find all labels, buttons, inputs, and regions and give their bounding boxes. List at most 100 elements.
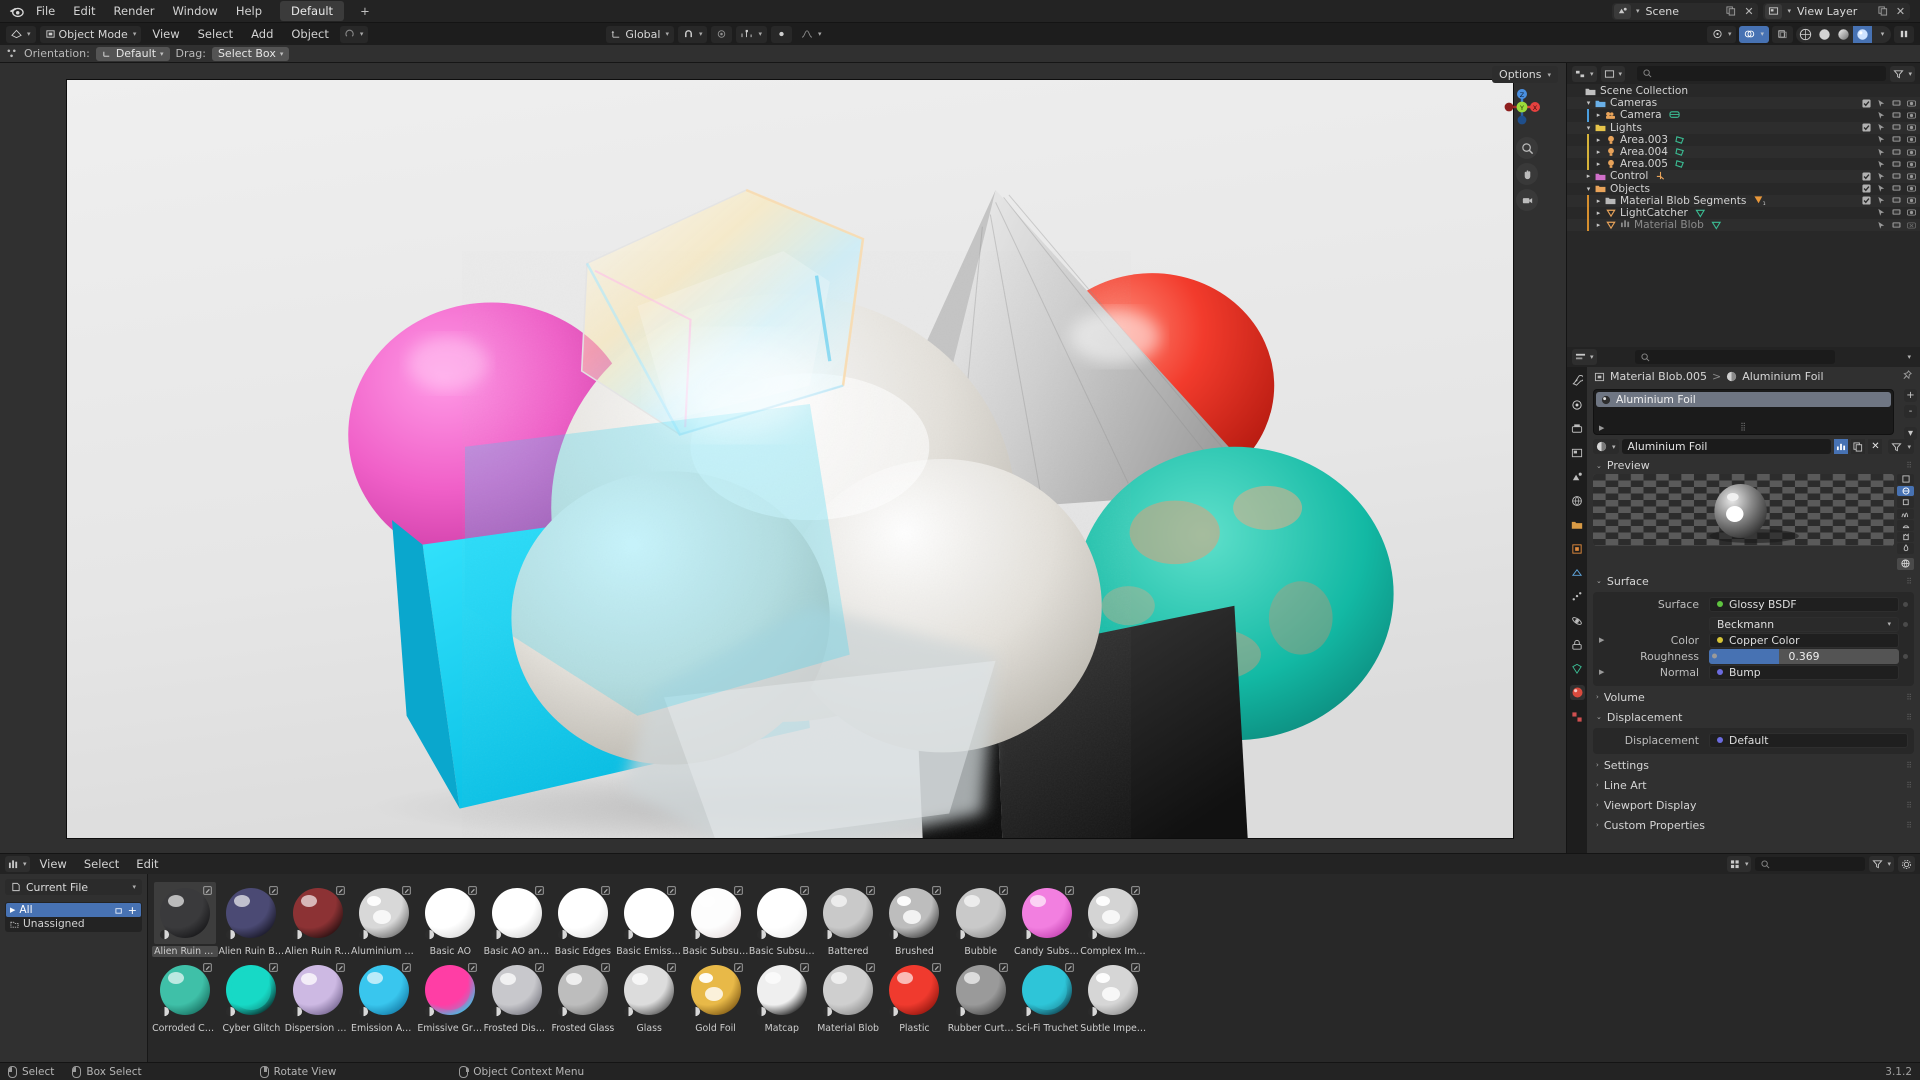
fake-user-icon[interactable] bbox=[1834, 439, 1849, 454]
menu-file[interactable]: File bbox=[28, 2, 63, 20]
properties-tab-particles[interactable] bbox=[1570, 589, 1585, 604]
restrict-camera-toggle[interactable] bbox=[1907, 123, 1916, 132]
properties-tab-output[interactable] bbox=[1570, 421, 1585, 436]
edit-asset-icon[interactable] bbox=[667, 962, 676, 975]
xray-toggle[interactable] bbox=[1772, 25, 1793, 43]
close-icon[interactable]: ✕ bbox=[1741, 4, 1756, 19]
section-header-volume[interactable]: › Volume ⠿ bbox=[1587, 689, 1920, 706]
shading-rendered-button[interactable] bbox=[1853, 25, 1872, 43]
shading-dropdown-button[interactable]: ▾ bbox=[1872, 26, 1891, 43]
restrict-checkbox-toggle[interactable] bbox=[1862, 184, 1871, 193]
outliner-row-area-003[interactable]: ▸ Area.003 bbox=[1567, 133, 1920, 146]
asset-item[interactable]: Dispersion Glass bbox=[285, 957, 351, 1034]
asset-item[interactable]: Basic Emission bbox=[616, 880, 682, 957]
outliner-row-material-blob[interactable]: ▸ Material Blob bbox=[1567, 219, 1920, 232]
edit-asset-icon[interactable] bbox=[269, 885, 279, 898]
asset-thumbnail-box[interactable] bbox=[353, 959, 415, 1021]
menu-help[interactable]: Help bbox=[228, 2, 270, 20]
asset-thumbnail-box[interactable] bbox=[883, 882, 945, 944]
restrict-cursor-toggle[interactable] bbox=[1877, 184, 1886, 193]
asset-item[interactable]: Matcap bbox=[749, 957, 815, 1034]
edit-asset-icon[interactable] bbox=[932, 962, 942, 975]
restrict-camera-toggle[interactable] bbox=[1907, 208, 1916, 217]
viewport-menu-view[interactable]: View bbox=[145, 27, 186, 41]
viewport-menu-object[interactable]: Object bbox=[284, 27, 335, 41]
asset-item[interactable]: Alien Ruin Bluish bbox=[218, 880, 284, 957]
asset-item[interactable]: Gold Foil bbox=[682, 957, 748, 1034]
node-filter-button[interactable]: ▾ bbox=[1888, 439, 1914, 454]
asset-thumbnail-box[interactable] bbox=[220, 959, 282, 1021]
animate-dot[interactable] bbox=[1903, 621, 1908, 627]
edit-asset-icon[interactable] bbox=[534, 962, 544, 975]
outliner-row-objects[interactable]: ▾ Objects bbox=[1567, 183, 1920, 195]
asset-thumbnail-box[interactable] bbox=[1082, 882, 1144, 944]
preview-shape-cloth-button[interactable] bbox=[1897, 531, 1914, 542]
restrict-checkbox-toggle[interactable] bbox=[1862, 172, 1871, 181]
outliner-row-lights[interactable]: ▾ Lights bbox=[1567, 121, 1920, 134]
copy-icon[interactable] bbox=[1875, 4, 1890, 19]
outliner-tree[interactable]: Scene Collection ▾ Cameras ▸ Camera ▾ Lights ▸ A… bbox=[1567, 84, 1920, 347]
disclosure-toggle[interactable]: ▸ bbox=[1593, 148, 1604, 156]
asset-item[interactable]: Rubber Curtain bbox=[948, 957, 1014, 1034]
asset-thumbnail-box[interactable] bbox=[419, 882, 481, 944]
edit-asset-icon[interactable] bbox=[866, 885, 875, 898]
shading-wireframe-button[interactable] bbox=[1796, 26, 1815, 43]
disclosure-toggle[interactable]: ▾ bbox=[1583, 185, 1594, 193]
properties-options-chevron-icon[interactable]: ▾ bbox=[1907, 353, 1915, 361]
restrict-cursor-toggle[interactable] bbox=[1877, 148, 1886, 157]
falloff-curve-dropdown[interactable]: ▾ bbox=[796, 26, 827, 43]
add-material-slot-button[interactable]: + bbox=[1904, 389, 1917, 402]
asset-thumbnail-box[interactable] bbox=[486, 882, 548, 944]
asset-item[interactable]: Basic Subsurface a.. bbox=[682, 880, 749, 957]
section-header-settings[interactable]: › Settings ⠿ bbox=[1587, 757, 1920, 774]
restrict-checkbox-toggle[interactable] bbox=[1862, 123, 1871, 132]
menu-edit[interactable]: Edit bbox=[65, 2, 103, 20]
tool-orientation-dropdown[interactable]: Default ▾ bbox=[95, 46, 170, 61]
asset-browser-editor-type-button[interactable]: ▾ bbox=[5, 856, 30, 872]
edit-asset-icon[interactable] bbox=[998, 885, 1008, 898]
properties-tab-render[interactable] bbox=[1570, 397, 1585, 412]
material-name-field[interactable]: Aluminium Foil bbox=[1621, 439, 1832, 454]
outliner-row-material-blob-segments[interactable]: ▸ Material Blob Segments 10 bbox=[1567, 194, 1920, 207]
properties-tab-material[interactable] bbox=[1569, 685, 1585, 700]
editor-type-3dview-icon[interactable]: ▾ bbox=[6, 25, 36, 43]
properties-tab-texture[interactable] bbox=[1570, 709, 1585, 724]
asset-item[interactable]: Material Blob bbox=[815, 957, 881, 1034]
properties-tab-data[interactable] bbox=[1570, 661, 1585, 676]
asset-thumbnail-box[interactable] bbox=[751, 959, 813, 1021]
preview-shape-cube-button[interactable] bbox=[1897, 497, 1914, 508]
camera-view-icon[interactable] bbox=[1516, 189, 1538, 211]
restrict-camera-toggle[interactable] bbox=[1907, 135, 1916, 144]
add-workspace-button[interactable]: + bbox=[354, 1, 376, 21]
asset-item[interactable]: Emissive Gradient bbox=[417, 957, 483, 1034]
edit-asset-icon[interactable] bbox=[1131, 885, 1141, 898]
outliner-row-camera[interactable]: ▸ Camera bbox=[1567, 109, 1920, 122]
edit-asset-icon[interactable] bbox=[402, 885, 411, 898]
section-header-line-art[interactable]: › Line Art ⠿ bbox=[1587, 777, 1920, 794]
restrict-cursor-toggle[interactable] bbox=[1877, 208, 1886, 217]
restrict-camera-toggle[interactable] bbox=[1907, 160, 1916, 169]
edit-asset-icon[interactable] bbox=[866, 962, 875, 975]
shading-solid-button[interactable] bbox=[1815, 26, 1834, 43]
edit-asset-icon[interactable] bbox=[534, 885, 544, 898]
asset-thumbnail-box[interactable] bbox=[287, 959, 349, 1021]
restrict-checkbox-toggle[interactable] bbox=[1862, 196, 1871, 205]
restrict-camera-off-toggle[interactable] bbox=[1907, 221, 1916, 230]
shading-material-preview-button[interactable] bbox=[1834, 26, 1853, 43]
remove-material-slot-button[interactable]: - bbox=[1904, 405, 1917, 418]
pause-render-button[interactable] bbox=[1894, 25, 1914, 43]
unlink-material-icon[interactable]: ✕ bbox=[1868, 439, 1883, 454]
properties-tab-modifiers[interactable] bbox=[1570, 565, 1585, 580]
add-catalog-icon[interactable]: + bbox=[128, 904, 137, 917]
copy-icon[interactable] bbox=[1723, 4, 1738, 19]
edit-asset-icon[interactable] bbox=[1131, 962, 1141, 975]
restrict-cursor-toggle[interactable] bbox=[1877, 111, 1886, 120]
3d-viewport[interactable]: Options ▾ Z X Y bbox=[0, 63, 1566, 853]
asset-item[interactable]: Basic Edges bbox=[550, 880, 616, 957]
proportional-editing-toggle[interactable] bbox=[711, 25, 733, 43]
restrict-camera-toggle[interactable] bbox=[1907, 172, 1916, 181]
asset-item[interactable]: Glass bbox=[616, 957, 682, 1034]
edit-asset-icon[interactable] bbox=[932, 885, 942, 898]
asset-thumbnail-box[interactable] bbox=[287, 882, 349, 944]
restrict-camera-toggle[interactable] bbox=[1907, 196, 1916, 205]
